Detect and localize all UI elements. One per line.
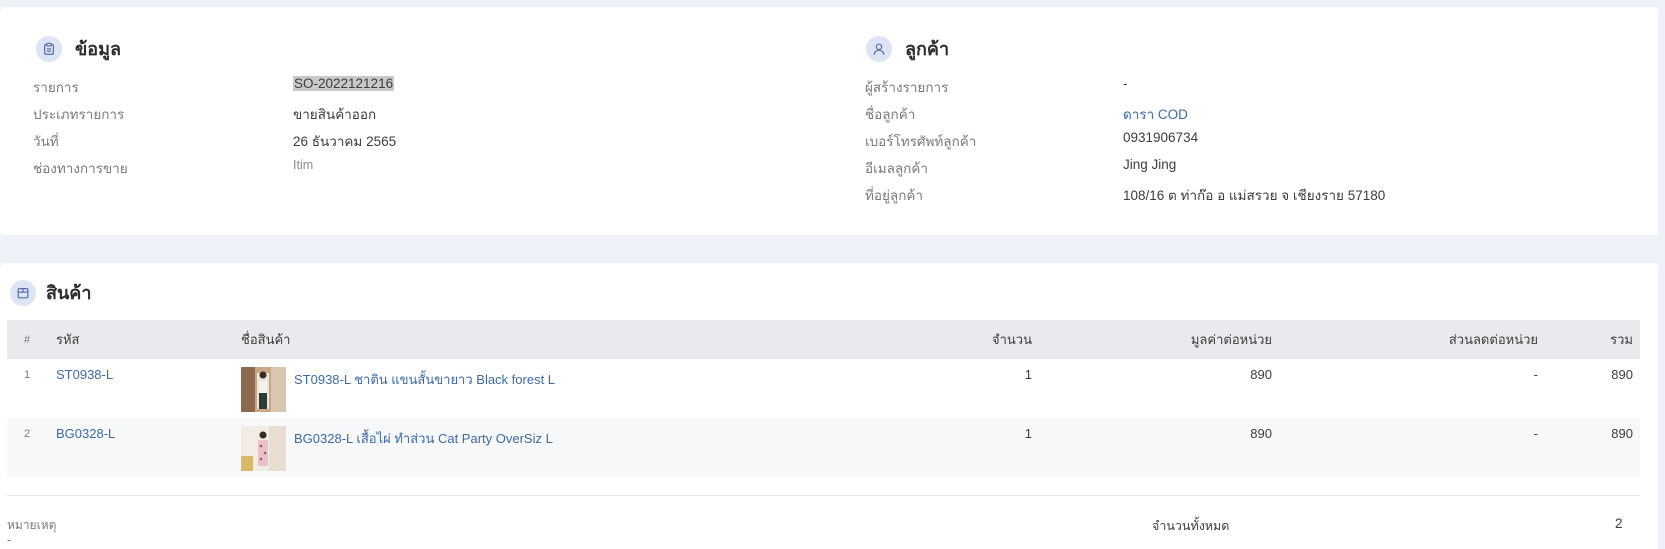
product-thumbnail[interactable] [241, 367, 286, 412]
customer-section-title: ลูกค้า [905, 39, 950, 59]
col-index-header: # [23, 333, 31, 346]
info-value-channel: Itim [293, 158, 314, 172]
col-unit-price-header: มูลค่าต่อหน่วย [1190, 332, 1272, 347]
product-thumbnail[interactable] [241, 426, 286, 471]
qty-cell: 1 [1024, 367, 1032, 382]
customer-label-phone: เบอร์โทรศัพท์ลูกค้า [865, 134, 977, 149]
user-icon [866, 35, 892, 62]
clipboard-icon [36, 35, 62, 62]
customer-value-creator: - [1123, 76, 1128, 91]
info-value-type: ขายสินค้าออก [293, 107, 377, 122]
customer-label-address: ที่อยู่ลูกค้า [865, 188, 923, 203]
product-code-link[interactable]: BG0328-L [47, 418, 241, 477]
table-row: 1 ST0938-L ST0938-L ชาติน แขนสั้นขายาว B… [7, 359, 1640, 418]
customer-label-name: ชื่อลูกค้า [865, 107, 916, 122]
customer-value-address: 108/16 ต ท่าก๊อ อ แม่สรวย จ เชียงราย 571… [1123, 188, 1386, 203]
table-header-row: # รหัส ชื่อสินค้า จำนวน มูลค่าต่อหน่วย ส… [7, 320, 1640, 359]
info-value-date: 26 ธันวาคม 2565 [293, 134, 397, 149]
customer-label-email: อีเมลลูกค้า [865, 161, 928, 176]
customer-label-creator: ผู้สร้างรายการ [865, 80, 949, 95]
col-name-header: ชื่อสินค้า [241, 332, 291, 347]
footer-divider [7, 495, 1640, 496]
qty-cell: 1 [1024, 426, 1032, 441]
product-name-cell: ST0938-L ชาติน แขนสั้นขายาว Black forest… [241, 359, 801, 418]
unit-price-cell: 890 [1250, 426, 1272, 441]
customer-value-phone: 0931906734 [1123, 130, 1199, 145]
products-table: # รหัส ชื่อสินค้า จำนวน มูลค่าต่อหน่วย ส… [7, 320, 1640, 477]
product-name-cell: BG0328-L เสื้อไผ่ ทำส่วน Cat Party OverS… [241, 418, 801, 477]
info-label-channel: ช่องทางการขาย [33, 161, 128, 176]
info-label-date: วันที่ [33, 134, 59, 149]
info-label-type: ประเภทรายการ [33, 107, 125, 122]
products-card: สินค้า # รหัส ชื่อสินค้า จำนวน มูลค่าต่อ… [0, 263, 1658, 549]
table-row: 2 BG0328-L BG0328-L เสื้อไผ่ ทำส่วน Cat … [7, 418, 1640, 477]
products-section-title: สินค้า [46, 283, 92, 303]
note-value: - [7, 533, 12, 547]
unit-discount-cell: - [1533, 367, 1538, 382]
col-code-header: รหัส [56, 332, 80, 347]
customer-section-header: ลูกค้า [866, 34, 949, 63]
col-total-header: รวม [1610, 332, 1633, 347]
info-section-title: ข้อมูล [75, 39, 122, 59]
product-code-link[interactable]: ST0938-L [47, 359, 241, 418]
total-qty-label: จำนวนทั้งหมด [1152, 519, 1230, 533]
row-index: 1 [23, 369, 31, 381]
info-value-doc: SO-2022121216 [293, 76, 395, 91]
col-qty-header: จำนวน [992, 332, 1032, 347]
total-cell: 890 [1611, 367, 1633, 382]
note-label: หมายเหตุ [7, 518, 57, 532]
product-name-link[interactable]: ST0938-L ชาติน แขนสั้นขายาว Black forest… [294, 367, 555, 390]
info-section-header: ข้อมูล [36, 34, 121, 63]
row-index: 2 [23, 428, 31, 440]
unit-price-cell: 890 [1250, 367, 1272, 382]
order-info-card: ข้อมูล รายการ SO-2022121216 ประเภทรายการ… [0, 7, 1658, 235]
info-label-doc: รายการ [33, 80, 79, 95]
box-icon [10, 279, 36, 306]
unit-discount-cell: - [1533, 426, 1538, 441]
doc-number: SO-2022121216 [293, 76, 395, 91]
customer-value-email: Jing Jing [1123, 157, 1177, 172]
col-unit-discount-header: ส่วนลดต่อหน่วย [1448, 332, 1538, 347]
customer-name-link[interactable]: ดารา COD [1123, 103, 1188, 125]
total-qty-value: 2 [1615, 516, 1623, 531]
product-name-link[interactable]: BG0328-L เสื้อไผ่ ทำส่วน Cat Party OverS… [294, 426, 553, 449]
products-section-header: สินค้า [10, 278, 91, 307]
total-cell: 890 [1611, 426, 1633, 441]
